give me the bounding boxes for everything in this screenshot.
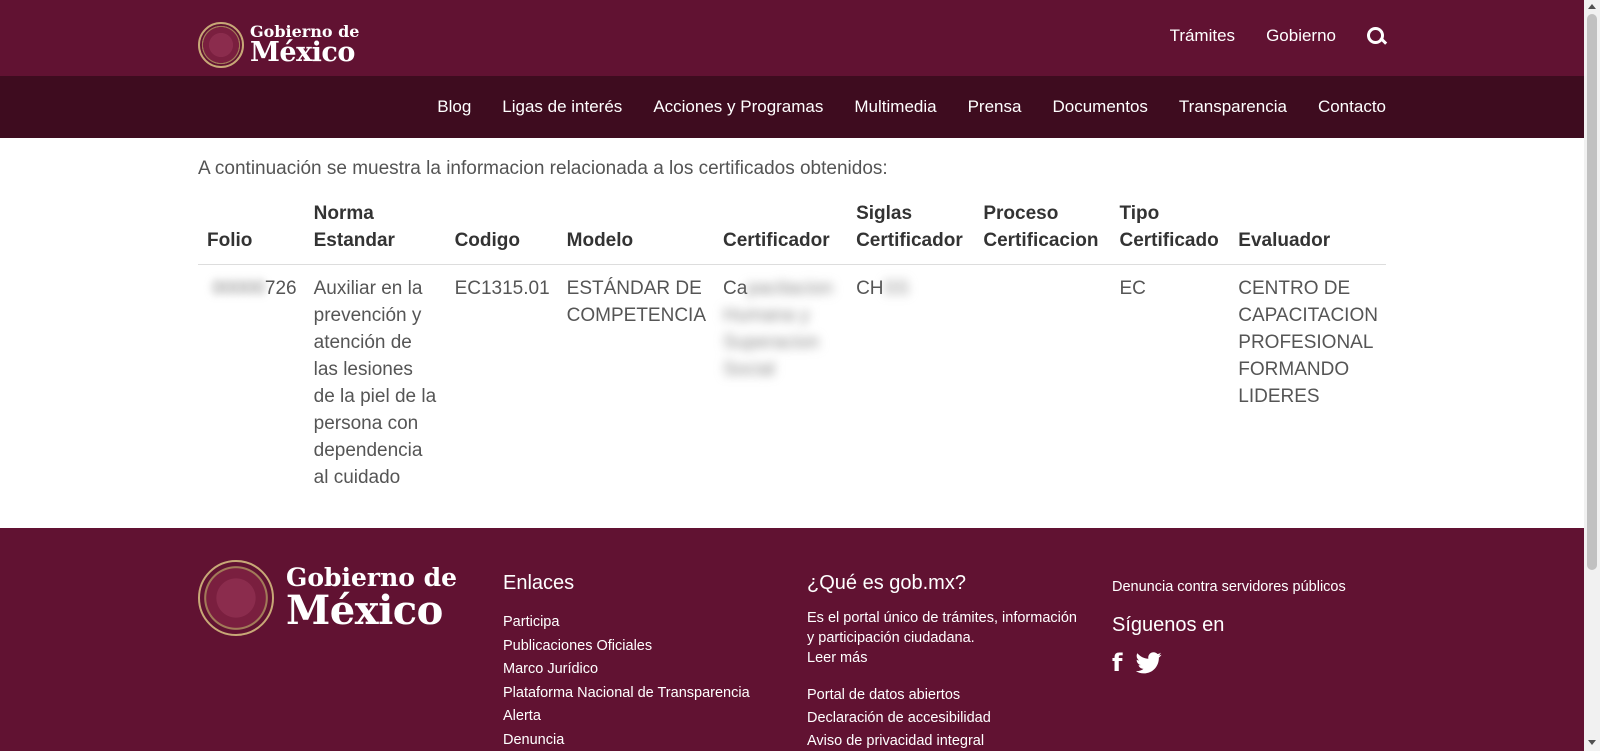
header-modelo: Modelo — [557, 200, 714, 265]
cell-siglas: CHSS — [856, 278, 909, 299]
cell-norma: Auxiliar en la prevención y atención de … — [313, 278, 437, 488]
enlaces-heading: Enlaces — [503, 572, 575, 594]
header-evaluador: Evaluador — [1229, 200, 1386, 265]
page: Gobierno de México Trámites Gobierno Blo… — [0, 0, 1584, 751]
header-tipo: Tipo Certificado — [1110, 200, 1230, 265]
link-accesibilidad[interactable]: Declaración de accesibilidad — [807, 707, 1077, 730]
gobierno-link[interactable]: Gobierno — [1266, 26, 1336, 46]
link-datos-abiertos[interactable]: Portal de datos abiertos — [807, 684, 1077, 707]
logo-big-text: México — [250, 37, 355, 68]
nav-documentos[interactable]: Documentos — [1052, 97, 1147, 117]
header-certificador: Certificador — [713, 200, 848, 265]
cell-modelo: ESTÁNDAR DE COMPETENCIA — [566, 278, 706, 326]
header-siglas: Siglas Certificador — [847, 200, 975, 265]
cell-certificador: Capacitacion Humana y Superacion Social — [722, 278, 833, 380]
footer-right: Denuncia contra servidores públicos Sígu… — [1112, 576, 1346, 675]
table-header-row: Folio Norma Estandar Codigo Modelo Certi… — [198, 200, 1386, 265]
nav-contacto[interactable]: Contacto — [1318, 97, 1386, 117]
link-plataforma[interactable]: Plataforma Nacional de Transparencia — [503, 682, 750, 706]
seal-icon — [198, 560, 274, 636]
nav-acciones[interactable]: Acciones y Programas — [653, 97, 823, 117]
footer-logo[interactable]: Gobierno de México — [198, 560, 457, 636]
scroll-down-icon[interactable] — [1588, 740, 1596, 745]
nav-blog[interactable]: Blog — [437, 97, 471, 117]
nav-multimedia[interactable]: Multimedia — [854, 97, 936, 117]
header-proceso: Proceso Certificacion — [974, 200, 1111, 265]
link-alerta[interactable]: Alerta — [503, 705, 750, 729]
cell-proceso — [974, 265, 1110, 492]
link-marco-juridico[interactable]: Marco Jurídico — [503, 658, 750, 682]
header-codigo: Codigo — [445, 200, 558, 265]
link-denuncia-servidores[interactable]: Denuncia contra servidores públicos — [1112, 576, 1346, 600]
certificates-table: Folio Norma Estandar Codigo Modelo Certi… — [198, 200, 1386, 491]
social-links: f — [1112, 651, 1346, 675]
header-norma: Norma Estandar — [304, 200, 446, 265]
vertical-scrollbar[interactable] — [1584, 0, 1600, 751]
seal-icon — [198, 22, 244, 68]
siguenos-heading: Síguenos en — [1112, 613, 1225, 636]
footer-que-es: ¿Qué es gob.mx? Es el portal único de tr… — [807, 572, 1077, 751]
tramites-link[interactable]: Trámites — [1170, 26, 1236, 46]
link-publicaciones[interactable]: Publicaciones Oficiales — [503, 635, 750, 659]
nav-transparencia[interactable]: Transparencia — [1179, 97, 1287, 117]
search-icon[interactable] — [1366, 26, 1386, 46]
footer-enlaces: Enlaces Participa Publicaciones Oficiale… — [503, 572, 750, 751]
footer: Gobierno de México Enlaces Participa Pub… — [0, 528, 1584, 751]
nav-ligas[interactable]: Ligas de interés — [502, 97, 622, 117]
footer-logo-big-text: México — [286, 587, 443, 635]
cell-codigo: EC1315.01 — [454, 278, 550, 299]
link-participa[interactable]: Participa — [503, 611, 750, 635]
table-row: 00000726 Auxiliar en la prevención y ate… — [198, 265, 1386, 492]
cell-folio: 00000726 — [212, 278, 297, 299]
leer-mas-link[interactable]: Leer más — [807, 650, 867, 666]
nav-prensa[interactable]: Prensa — [968, 97, 1022, 117]
que-es-description: Es el portal único de trámites, informac… — [807, 610, 1077, 666]
intro-text: A continuación se muestra la informacion… — [198, 158, 888, 179]
scroll-thumb[interactable] — [1587, 14, 1597, 570]
sub-nav: Blog Ligas de interés Acciones y Program… — [0, 76, 1584, 138]
cell-tipo: EC — [1119, 278, 1146, 299]
header-folio: Folio — [198, 200, 305, 265]
link-privacidad[interactable]: Aviso de privacidad integral — [807, 730, 1077, 751]
main-content: A continuación se muestra la informacion… — [0, 138, 1584, 528]
twitter-icon[interactable] — [1136, 651, 1163, 674]
scroll-up-icon[interactable] — [1588, 4, 1596, 9]
que-es-heading: ¿Qué es gob.mx? — [807, 572, 966, 594]
top-header: Gobierno de México Trámites Gobierno — [0, 0, 1584, 76]
top-links: Trámites Gobierno — [1139, 26, 1386, 46]
gobierno-logo[interactable]: Gobierno de México — [198, 22, 359, 68]
cell-evaluador: CENTRO DE CAPACITACION PROFESIONAL FORMA… — [1238, 278, 1378, 407]
link-denuncia[interactable]: Denuncia — [503, 729, 750, 751]
facebook-icon[interactable]: f — [1112, 651, 1122, 675]
